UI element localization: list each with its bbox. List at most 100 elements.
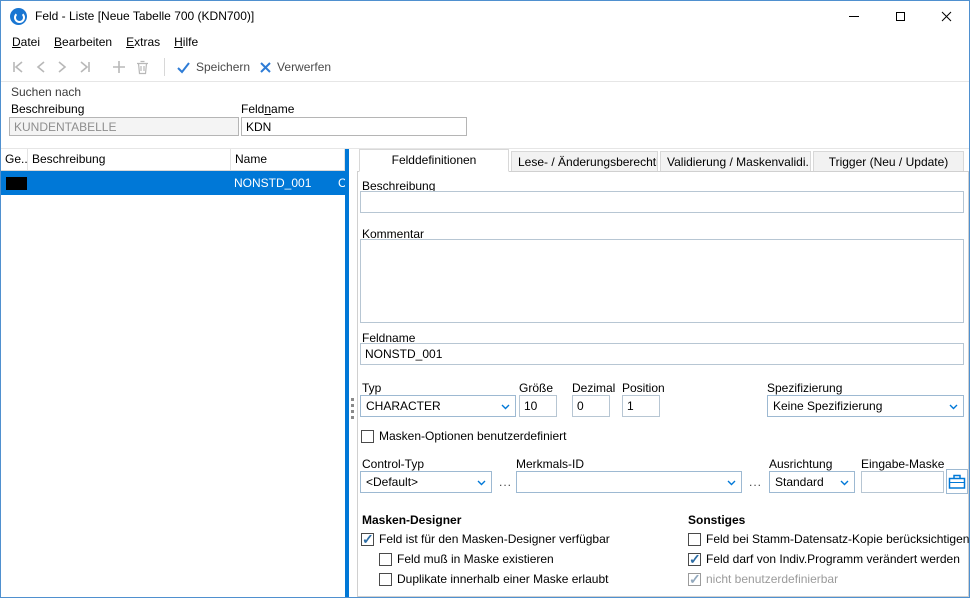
checkbox-indiv-programm[interactable]: Feld darf von Indiv.Programm verändert w… [688,552,960,566]
toolbar-separator [164,58,165,76]
maximize-icon [896,12,905,21]
save-button-label: Speichern [196,60,250,74]
chevron-down-icon [477,480,486,486]
eingabe-maske-label: Eingabe-Maske [861,457,944,471]
checkbox-box-icon [379,573,392,586]
add-record-icon [112,60,126,74]
checkbox-stamm-datensatz-kopie[interactable]: Feld bei Stamm-Datensatz-Kopie berücksic… [688,532,969,546]
tab-felddefinitionen[interactable]: Felddefinitionen [359,149,509,172]
groesse-label: Größe [519,381,553,395]
menu-datei[interactable]: Datei [5,32,47,52]
window-title: Feld - Liste [Neue Tabelle 700 (KDN700)] [35,9,254,23]
column-header-geaendert[interactable]: Ge... [1,149,28,170]
position-input[interactable] [622,395,660,417]
checkbox-feld-designer-verfuegbar[interactable]: Feld ist für den Masken-Designer verfügb… [361,532,610,546]
record-list: Ge... Beschreibung Name NONSTD_001 CH [1,149,345,597]
dezimal-label: Dezimal [572,381,615,395]
menu-extras[interactable]: Extras [119,32,167,52]
checkbox-nicht-benutzerdefinierbar: nicht benutzerdefinierbar [688,572,838,586]
chevron-down-icon [949,404,958,410]
checkbox-masken-optionen[interactable]: Masken-Optionen benutzerdefiniert [361,429,566,443]
chevron-down-icon [727,480,736,486]
checkbox-duplikate-erlaubt[interactable]: Duplikate innerhalb einer Maske erlaubt [379,572,608,586]
maximize-button[interactable] [877,1,923,31]
search-beschreibung-input[interactable] [9,117,239,136]
prev-record-button[interactable] [32,55,50,79]
discard-button[interactable]: Verwerfen [256,55,334,79]
minimize-icon [849,16,859,17]
app-window: Feld - Liste [Neue Tabelle 700 (KDN700)]… [0,0,970,598]
search-feldname-label: Feldname [241,102,294,116]
column-header-name[interactable]: Name [231,149,345,170]
ausrichtung-value: Standard [775,475,824,489]
tab-validierung[interactable]: Validierung / Maskenvalidi... [660,151,811,172]
dezimal-input[interactable] [572,395,610,417]
panel-splitter[interactable] [345,149,349,597]
control-typ-dropdown[interactable]: <Default> [360,471,492,493]
close-button[interactable] [923,1,969,31]
eingabe-maske-input[interactable] [861,471,944,493]
close-icon [941,11,952,22]
add-record-button[interactable] [109,55,129,79]
spezifizierung-label: Spezifizierung [767,381,842,395]
groesse-input[interactable] [519,395,557,417]
minimize-button[interactable] [831,1,877,31]
menu-hilfe[interactable]: Hilfe [167,32,205,52]
merkmals-id-more-button[interactable]: ... [749,475,762,489]
chevron-down-icon [840,480,849,486]
felddefinitionen-form: Beschreibung Kommentar Feldname Typ CHAR… [357,171,969,597]
tab-lese-aenderungsberechtigung[interactable]: Lese- / Änderungsberechti... [511,151,658,172]
checkbox-box-icon [688,533,701,546]
window-controls [831,1,969,31]
position-label: Position [622,381,665,395]
splitter-grip-icon[interactable] [351,395,355,422]
checkbox-feld-muss-in-maske[interactable]: Feld muß in Maske existieren [379,552,554,566]
column-header-beschreibung[interactable]: Beschreibung [28,149,231,170]
detail-panel: Felddefinitionen Lese- / Änderungsberech… [357,149,969,597]
sonstiges-header: Sonstiges [688,513,745,527]
masken-designer-header: Masken-Designer [362,513,461,527]
next-record-button[interactable] [53,55,71,79]
checkbox-box-icon [688,573,701,586]
menu-bar: Datei Bearbeiten Extras Hilfe [1,31,969,53]
next-record-icon [56,60,68,74]
tab-trigger[interactable]: Trigger (Neu / Update) [813,151,964,172]
last-record-button[interactable] [74,55,96,79]
beschreibung-input[interactable] [360,191,964,213]
control-typ-more-button[interactable]: ... [499,475,512,489]
merkmals-id-label: Merkmals-ID [516,457,584,471]
typ-value: CHARACTER [366,399,441,413]
checkbox-box-icon [361,533,374,546]
row-flag-icon [6,177,27,190]
search-beschreibung-label: Beschreibung [11,102,84,116]
search-section: Suchen nach Beschreibung Feldname [1,82,969,149]
search-section-title: Suchen nach [11,85,81,99]
control-typ-value: <Default> [366,475,418,489]
list-row[interactable]: NONSTD_001 CH [1,171,345,195]
delete-record-button[interactable] [132,55,153,79]
spezifizierung-value: Keine Spezifizierung [773,399,882,413]
discard-button-label: Verwerfen [277,60,331,74]
save-button[interactable]: Speichern [173,55,253,79]
chevron-down-icon [501,404,510,410]
last-record-icon [77,60,93,74]
toolbar: Speichern Verwerfen [1,53,969,82]
kommentar-input[interactable] [360,239,964,323]
spezifizierung-dropdown[interactable]: Keine Spezifizierung [767,395,964,417]
prev-record-icon [35,60,47,74]
merkmals-id-dropdown[interactable] [516,471,742,493]
menu-bearbeiten[interactable]: Bearbeiten [47,32,119,52]
delete-record-icon [135,60,150,75]
control-typ-label: Control-Typ [362,457,424,471]
tab-strip: Felddefinitionen Lese- / Änderungsberech… [359,149,969,172]
input-mask-editor-icon [948,473,966,490]
feldname-input[interactable] [360,343,964,365]
first-record-button[interactable] [7,55,29,79]
app-icon [10,8,27,25]
typ-label: Typ [362,381,381,395]
typ-dropdown[interactable]: CHARACTER [360,395,516,417]
input-mask-editor-button[interactable] [946,469,968,494]
search-feldname-input[interactable] [241,117,467,136]
save-check-icon [176,61,191,74]
ausrichtung-dropdown[interactable]: Standard [769,471,855,493]
